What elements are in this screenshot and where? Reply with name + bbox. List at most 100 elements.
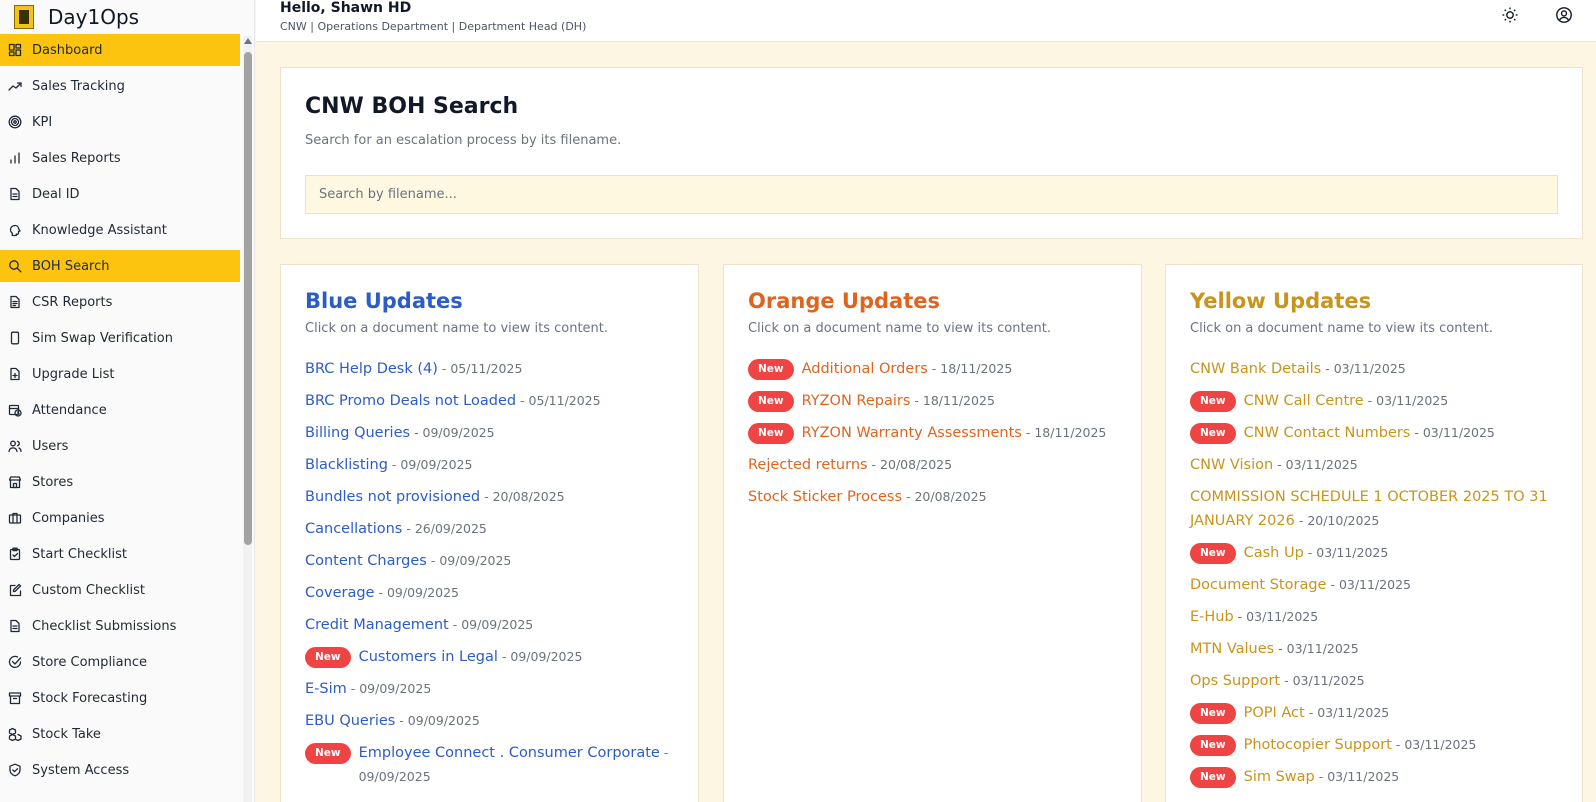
sidebar-item-knowledge-assistant[interactable]: Knowledge Assistant <box>0 214 240 246</box>
sidebar-item-companies[interactable]: Companies <box>0 502 240 534</box>
sidebar-item-label: Store Compliance <box>32 654 148 670</box>
document-link[interactable]: EBU Queries <box>305 713 395 729</box>
date-separator: - <box>1303 545 1317 560</box>
list-item: Content Charges - 09/09/2025 <box>305 549 675 573</box>
document-link[interactable]: Billing Queries <box>305 425 410 441</box>
document-entry: Stock Sticker Process - 20/08/2025 <box>748 485 1118 509</box>
document-link[interactable]: RYZON Repairs <box>802 393 911 409</box>
search-input[interactable] <box>305 175 1558 214</box>
document-link[interactable]: Coverage <box>305 585 374 601</box>
document-link[interactable]: Content Charges <box>305 553 427 569</box>
document-link[interactable]: BRC Help Desk (4) <box>305 361 438 377</box>
document-link[interactable]: CNW Contact Numbers <box>1244 425 1411 441</box>
document-entry: Billing Queries - 09/09/2025 <box>305 421 675 445</box>
document-entry: Sim Swap - 03/11/2025 <box>1244 765 1560 789</box>
document-link[interactable]: Bundles not provisioned <box>305 489 480 505</box>
brand[interactable]: Day1Ops <box>0 0 254 34</box>
sidebar-item-boh-search[interactable]: BOH Search <box>0 250 240 282</box>
sidebar-item-sim-swap-verification[interactable]: Sim Swap Verification <box>0 322 240 354</box>
greeting: Hello, Shawn HD <box>280 0 412 16</box>
sidebar-item-users[interactable]: Users <box>0 430 240 462</box>
sidebar-item-sales-reports[interactable]: Sales Reports <box>0 142 240 174</box>
document-entry: Cancellations - 26/09/2025 <box>305 517 675 541</box>
date-separator: - <box>1294 513 1308 528</box>
document-date: 03/11/2025 <box>1246 609 1319 624</box>
document-entry: POPI Act - 03/11/2025 <box>1244 701 1560 725</box>
list-item: New RYZON Repairs - 18/11/2025 <box>748 389 1118 413</box>
sun-icon[interactable] <box>1501 6 1519 24</box>
document-entry: Employee Connect . Consumer Corporate - … <box>359 741 675 789</box>
document-link[interactable]: RYZON Warranty Assessments <box>802 425 1022 441</box>
sidebar: Day1Ops Dashboard Sales Tracking KPI Sales … <box>0 0 255 802</box>
list-item: E-Hub - 03/11/2025 <box>1190 605 1560 629</box>
document-link[interactable]: CNW Call Centre <box>1244 393 1364 409</box>
sidebar-item-csr-reports[interactable]: CSR Reports <box>0 286 240 318</box>
sidebar-item-dashboard[interactable]: Dashboard <box>0 34 240 66</box>
orange-updates-subtitle: Click on a document name to view its con… <box>748 321 1052 336</box>
trending-up-icon <box>8 79 22 93</box>
sidebar-item-stock-take[interactable]: Stock Take <box>0 718 240 750</box>
user-circle-icon[interactable] <box>1555 6 1573 24</box>
document-link[interactable]: MTN Values <box>1190 641 1274 657</box>
document-link[interactable]: Cancellations <box>305 521 402 537</box>
list-item: Stock Sticker Process - 20/08/2025 <box>748 485 1118 509</box>
document-entry: Document Storage - 03/11/2025 <box>1190 573 1560 597</box>
document-link[interactable]: BRC Promo Deals not Loaded <box>305 393 516 409</box>
sidebar-item-label: Knowledge Assistant <box>32 222 167 238</box>
blue-updates-subtitle: Click on a document name to view its con… <box>305 321 609 336</box>
document-link[interactable]: Rejected returns <box>748 457 868 473</box>
document-link[interactable]: E-Hub <box>1190 609 1234 625</box>
document-entry: BRC Help Desk (4) - 05/11/2025 <box>305 357 675 381</box>
sidebar-item-stores[interactable]: Stores <box>0 466 240 498</box>
document-entry: E-Sim - 09/09/2025 <box>305 677 675 701</box>
document-link[interactable]: Sim Swap <box>1244 769 1315 785</box>
document-entry: Additional Orders - 18/11/2025 <box>802 357 1118 381</box>
document-link[interactable]: Photocopier Support <box>1244 737 1392 753</box>
list-item: Ops Support - 03/11/2025 <box>1190 669 1560 693</box>
date-separator: - <box>497 649 511 664</box>
document-date: 09/09/2025 <box>510 649 583 664</box>
check-circle-icon <box>8 655 22 669</box>
document-date: 26/09/2025 <box>414 521 487 536</box>
list-item: New Cash Up - 03/11/2025 <box>1190 541 1560 565</box>
document-link[interactable]: CNW Vision <box>1190 457 1273 473</box>
date-separator: - <box>927 361 941 376</box>
sidebar-item-system-access[interactable]: System Access <box>0 754 240 786</box>
document-link[interactable]: Customers in Legal <box>359 649 498 665</box>
list-item: CNW Vision - 03/11/2025 <box>1190 453 1560 477</box>
sidebar-item-stock-forecasting[interactable]: Stock Forecasting <box>0 682 240 714</box>
sidebar-item-sales-tracking[interactable]: Sales Tracking <box>0 70 240 102</box>
document-date: 03/11/2025 <box>1292 673 1365 688</box>
new-badge: New <box>1190 391 1236 412</box>
sidebar-item-store-compliance[interactable]: Store Compliance <box>0 646 240 678</box>
document-link[interactable]: E-Sim <box>305 681 347 697</box>
sidebar-item-label: Checklist Submissions <box>32 618 177 634</box>
document-entry: BRC Promo Deals not Loaded - 05/11/2025 <box>305 389 675 413</box>
document-link[interactable]: Document Storage <box>1190 577 1326 593</box>
document-link[interactable]: Blacklisting <box>305 457 388 473</box>
sidebar-scrollbar-thumb[interactable] <box>244 52 252 545</box>
sidebar-item-kpi[interactable]: KPI <box>0 106 240 138</box>
date-separator: - <box>1280 673 1293 688</box>
sidebar-item-upgrade-list[interactable]: Upgrade List <box>0 358 240 390</box>
scroll-up-arrow-icon[interactable] <box>244 38 252 44</box>
document-link[interactable]: Ops Support <box>1190 673 1280 689</box>
new-badge: New <box>305 647 351 668</box>
document-link[interactable]: Stock Sticker Process <box>748 489 902 505</box>
list-item: New Employee Connect . Consumer Corporate… <box>305 741 675 789</box>
sidebar-item-deal-id[interactable]: Deal ID <box>0 178 240 210</box>
list-item: MTN Values - 03/11/2025 <box>1190 637 1560 661</box>
search-icon <box>8 259 22 273</box>
document-link[interactable]: Credit Management <box>305 617 449 633</box>
document-link[interactable]: Employee Connect . Consumer Corporate <box>359 745 660 761</box>
sidebar-item-start-checklist[interactable]: Start Checklist <box>0 538 240 570</box>
sidebar-item-attendance[interactable]: Attendance <box>0 394 240 426</box>
document-date: 18/11/2025 <box>1034 425 1107 440</box>
document-link[interactable]: CNW Bank Details <box>1190 361 1321 377</box>
document-link[interactable]: Additional Orders <box>802 361 928 377</box>
sidebar-item-checklist-submissions[interactable]: Checklist Submissions <box>0 610 240 642</box>
sidebar-item-custom-checklist[interactable]: Custom Checklist <box>0 574 240 606</box>
document-link[interactable]: Cash Up <box>1244 545 1304 561</box>
date-separator: - <box>867 457 881 472</box>
document-link[interactable]: POPI Act <box>1244 705 1305 721</box>
